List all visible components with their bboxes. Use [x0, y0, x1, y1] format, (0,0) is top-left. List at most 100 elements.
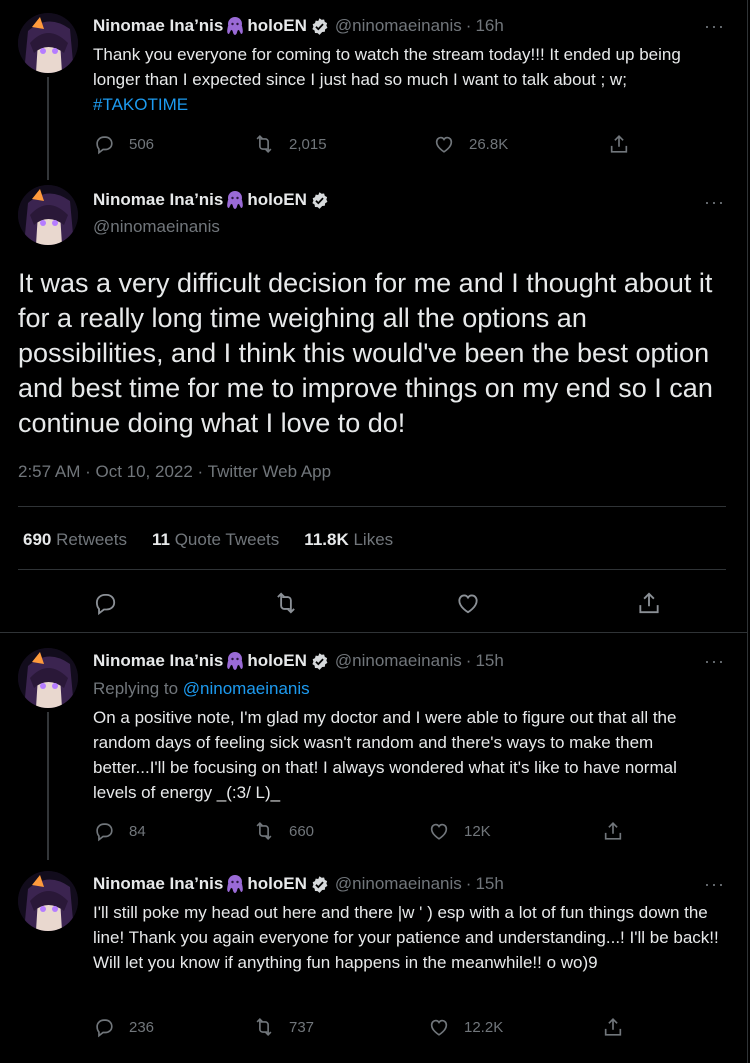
divider	[18, 569, 726, 570]
hashtag-link[interactable]: #TAKOTIME	[93, 95, 188, 114]
retweet-button[interactable]: 737	[253, 1016, 428, 1038]
avatar-image	[18, 13, 78, 73]
retweet-icon	[256, 135, 272, 153]
retweet-button[interactable]: 2,015	[253, 133, 433, 155]
timestamp[interactable]: 15h	[475, 651, 503, 671]
share-icon	[610, 135, 628, 153]
timestamp[interactable]: 15h	[475, 874, 503, 894]
focused-tweet-actions	[92, 590, 662, 621]
share-icon	[639, 592, 659, 614]
retweet-icon	[277, 592, 296, 614]
heart-icon	[458, 594, 478, 614]
retweet-count: 737	[289, 1018, 315, 1036]
reply-count: 236	[129, 1018, 155, 1036]
avatar[interactable]	[18, 871, 78, 931]
share-button[interactable]	[608, 133, 630, 155]
share-button[interactable]	[602, 820, 624, 842]
avatar-image	[18, 871, 78, 931]
likes-stat[interactable]: 11.8K Likes	[304, 530, 393, 550]
reply-button[interactable]: 84	[93, 820, 253, 842]
handle-row: @ninomaeinanis	[93, 217, 220, 237]
like-count: 26.8K	[469, 135, 509, 153]
thread-line	[47, 712, 49, 860]
display-name-suffix[interactable]: holoEN	[247, 190, 307, 210]
reply-button[interactable]	[92, 590, 118, 621]
tweet-header: Ninomae Ina’nis holoEN @ninomaeinanis · …	[93, 16, 504, 36]
separator-dot: ·	[465, 874, 472, 893]
reply-icon	[95, 593, 116, 616]
heart-icon	[430, 1019, 448, 1036]
tweet-body: Thank you everyone for coming to watch t…	[93, 45, 681, 89]
handle[interactable]: @ninomaeinanis	[93, 217, 220, 237]
more-options-icon[interactable]: ···	[704, 192, 725, 213]
divider	[0, 632, 748, 633]
octopus-emoji-icon	[224, 651, 246, 671]
tweet-actions: 84 660 12K	[93, 820, 633, 842]
avatar[interactable]	[18, 648, 78, 708]
tweet-header: Ninomae Ina’nis holoEN @ninomaeinanis · …	[93, 651, 504, 671]
retweet-count: 2,015	[289, 135, 327, 153]
replying-to: Replying to @ninomaeinanis	[93, 679, 310, 699]
avatar[interactable]	[18, 13, 78, 73]
display-name-suffix[interactable]: holoEN	[247, 16, 307, 36]
reply-button[interactable]: 236	[93, 1016, 253, 1038]
reply-count: 84	[129, 822, 146, 840]
handle[interactable]: @ninomaeinanis	[335, 16, 462, 36]
like-count: 12K	[464, 822, 491, 840]
tweet-actions: 236 737 12.2K	[93, 1016, 633, 1038]
octopus-emoji-icon	[224, 190, 246, 210]
share-button[interactable]	[636, 590, 662, 621]
like-button[interactable]: 26.8K	[433, 133, 608, 155]
tweet-header: Ninomae Ina’nis holoEN	[93, 190, 329, 210]
display-name[interactable]: Ninomae Ina’nis	[93, 16, 223, 36]
reply-icon	[96, 823, 113, 842]
tweet-actions: 506 2,015 26.8K	[93, 133, 633, 155]
share-icon	[604, 1018, 622, 1036]
tweet-text: I'll still poke my head out here and the…	[93, 903, 719, 972]
display-name[interactable]: Ninomae Ina’nis	[93, 190, 223, 210]
quote-tweets-stat[interactable]: 11 Quote Tweets	[152, 530, 279, 550]
reply-icon	[96, 136, 113, 155]
like-button[interactable]: 12K	[428, 820, 602, 842]
retweet-count: 660	[289, 822, 315, 840]
separator-dot: ·	[465, 651, 472, 670]
like-count: 12.2K	[464, 1018, 504, 1036]
tweet-header: Ninomae Ina’nis holoEN @ninomaeinanis · …	[93, 874, 504, 894]
heart-icon	[430, 823, 448, 840]
replying-to-label: Replying to	[93, 679, 183, 698]
verified-badge-icon	[310, 17, 329, 36]
retweet-icon	[256, 822, 272, 840]
reply-button[interactable]: 506	[93, 133, 253, 155]
display-name[interactable]: Ninomae Ina’nis	[93, 874, 223, 894]
heart-icon	[435, 136, 453, 153]
more-options-icon[interactable]: ···	[704, 16, 725, 37]
avatar[interactable]	[18, 185, 78, 245]
tweet-timestamp-source[interactable]: 2:57 AM · Oct 10, 2022 · Twitter Web App	[18, 462, 331, 482]
octopus-emoji-icon	[224, 874, 246, 894]
handle[interactable]: @ninomaeinanis	[335, 874, 462, 894]
more-options-icon[interactable]: ···	[704, 651, 725, 672]
tweet-text: Thank you everyone for coming to watch t…	[93, 42, 723, 117]
reply-count: 506	[129, 135, 155, 153]
like-button[interactable]	[455, 590, 481, 621]
reply-icon	[96, 1019, 113, 1038]
separator-dot: ·	[465, 16, 472, 35]
display-name[interactable]: Ninomae Ina’nis	[93, 651, 223, 671]
like-button[interactable]: 12.2K	[428, 1016, 602, 1038]
handle[interactable]: @ninomaeinanis	[335, 651, 462, 671]
retweets-stat[interactable]: 690 Retweets	[23, 530, 127, 550]
share-button[interactable]	[602, 1016, 624, 1038]
timeline: Ninomae Ina’nis holoEN @ninomaeinanis · …	[0, 0, 748, 1063]
timestamp[interactable]: 16h	[475, 16, 503, 36]
display-name-suffix[interactable]: holoEN	[247, 651, 307, 671]
retweet-button[interactable]	[273, 590, 299, 621]
thread-line	[47, 77, 49, 180]
replying-to-handle[interactable]: @ninomaeinanis	[183, 679, 310, 698]
verified-badge-icon	[310, 875, 329, 894]
octopus-emoji-icon	[224, 16, 246, 36]
display-name-suffix[interactable]: holoEN	[247, 874, 307, 894]
more-options-icon[interactable]: ···	[704, 874, 725, 895]
tweet-text: On a positive note, I'm glad my doctor a…	[93, 708, 677, 802]
retweet-button[interactable]: 660	[253, 820, 428, 842]
verified-badge-icon	[310, 652, 329, 671]
